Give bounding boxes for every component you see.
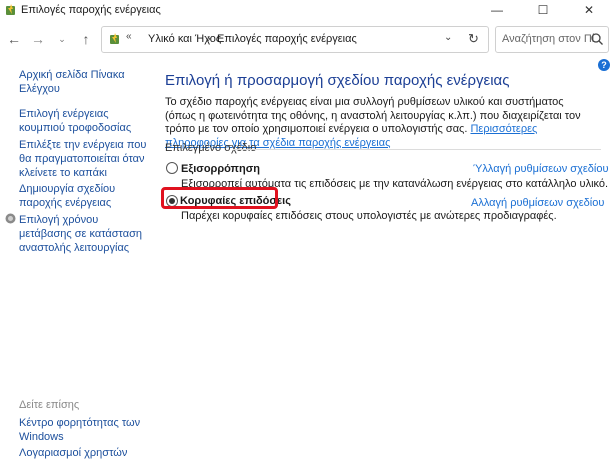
see-also-label: Δείτε επίσης [19,399,80,411]
sidebar-link-mobility-center[interactable]: Κέντρο φορητότητας των Windows [19,416,149,444]
section-label-selected-plan: Επιλεγμένο σχέδιο [165,142,257,154]
search-icon [591,33,603,45]
page-title: Επιλογή ή προσαρμογή σχεδίου παροχής ενέ… [165,72,510,89]
sidebar-link-lid-close[interactable]: Επιλέξτε την ενέργεια που θα πραγματοποι… [19,138,149,180]
power-options-icon [6,4,15,15]
sidebar-link-sleep-timing[interactable]: Επιλογή χρόνου μετάβασης σε κατάσταση αν… [19,213,149,255]
maximize-button[interactable]: ☐ [520,0,566,20]
change-plan-settings-link-ultimate[interactable]: Αλλαγή ρυθμίσεων σχεδίου [471,197,604,209]
navigation-bar: ← → ⌄ ↑ « Υλικό και Ήχος › Επιλογές παρο… [0,24,612,54]
sidebar-link-control-panel-home[interactable]: Αρχική σελίδα Πίνακα Ελέγχου [19,68,149,96]
close-button[interactable]: ✕ [566,0,612,20]
breadcrumb-separator[interactable]: › [207,33,211,45]
plan-name-balanced[interactable]: Εξισορρόπηση [181,163,260,175]
refresh-button[interactable]: ↻ [468,31,479,47]
highlight-annotation [161,187,278,209]
address-overflow-chevron[interactable]: « [126,31,132,42]
power-options-icon [110,33,119,44]
sidebar-link-user-accounts[interactable]: Λογαριασμοί χρηστών [19,446,149,460]
search-input[interactable] [496,27,594,50]
shield-icon [5,213,16,224]
forward-button[interactable]: → [28,29,48,49]
back-button[interactable]: ← [4,29,24,49]
plan-description-ultimate-performance: Παρέχει κορυφαίες επιδόσεις στους υπολογ… [181,210,557,222]
address-bar[interactable]: « Υλικό και Ήχος › Επιλογές παροχής ενέρ… [101,26,489,53]
minimize-button[interactable]: — [474,0,520,20]
help-icon[interactable]: ? [598,59,610,71]
breadcrumb-power-options[interactable]: Επιλογές παροχής ενέργειας [217,33,357,45]
title-bar: Επιλογές παροχής ενέργειας — ☐ ✕ [0,0,612,20]
radio-balanced[interactable] [166,162,178,174]
up-button[interactable]: ↑ [76,29,96,49]
section-divider [233,149,601,150]
address-dropdown-button[interactable]: ⌄ [444,32,452,43]
change-plan-settings-link-balanced[interactable]: Ύλλαγή ρυθμίσεων σχεδίου [473,163,608,175]
sidebar-link-create-plan[interactable]: Δημιουργία σχεδίου παροχής ενέργειας [19,182,149,210]
window-title: Επιλογές παροχής ενέργειας [21,4,161,16]
recent-locations-button[interactable]: ⌄ [52,29,72,49]
search-box[interactable] [495,26,609,53]
sidebar-link-power-button[interactable]: Επιλογή ενέργειας κουμπιού τροφοδοσίας [19,107,149,135]
